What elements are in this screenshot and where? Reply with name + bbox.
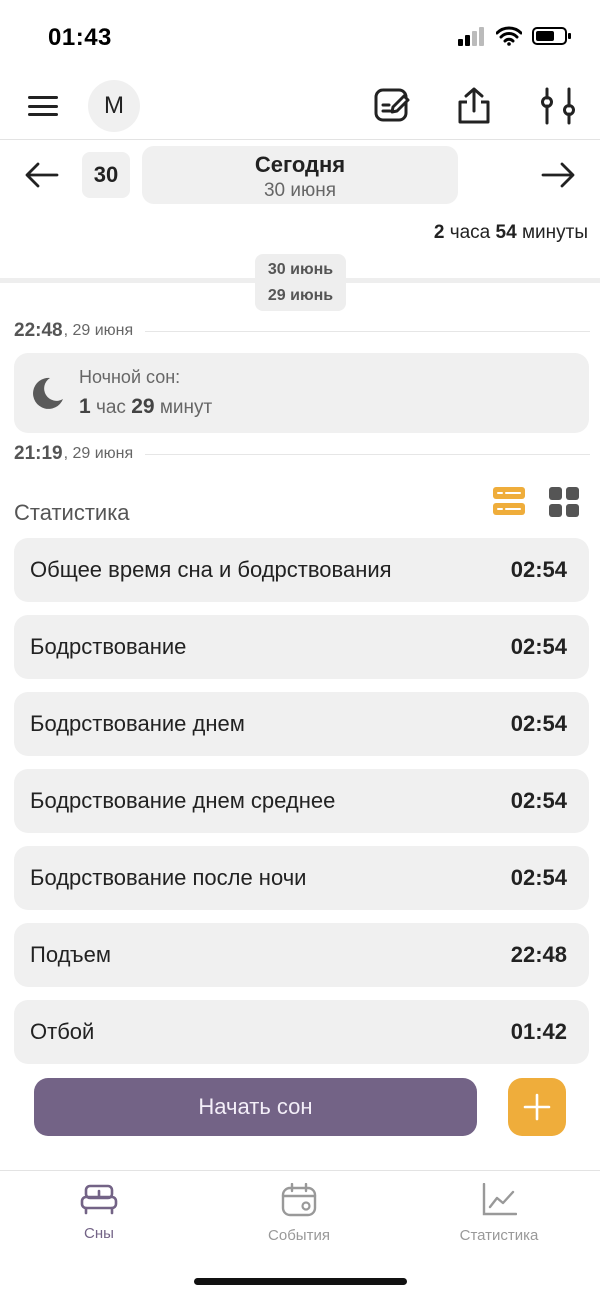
day-badge-bottom: 29 июнь [267,287,334,304]
stat-value: 22:48 [510,942,567,967]
home-indicator [194,1278,407,1285]
stat-row-awake-day[interactable]: Бодрствование днем 02:54 [14,692,589,756]
day-chip[interactable]: 30 [82,152,130,198]
edit-note-icon[interactable] [372,86,412,126]
sleep-minutes-unit: минут [159,397,213,418]
stat-row-total[interactable]: Общее время сна и бодрствования 02:54 [14,538,589,602]
stat-label: Бодрствование днем среднее [30,788,336,813]
status-time: 01:43 [48,24,112,51]
stat-row-awake-after-night[interactable]: Бодрствование после ночи 02:54 [14,846,589,910]
arrow-left-icon[interactable] [24,160,60,190]
timeline-end-date: , 29 июня [63,445,134,462]
sleep-hours: 1 [79,395,91,418]
stat-row-awake-day-avg[interactable]: Бодрствование днем среднее 02:54 [14,769,589,833]
calendar-icon [281,1183,317,1217]
plus-icon [523,1093,551,1121]
bed-icon [80,1184,118,1215]
sleep-duration: 1 час 29 минут [79,395,212,419]
grid-view-icon[interactable] [548,486,580,518]
battery-icon [532,27,571,45]
current-date-subtitle: 30 июня [263,180,337,201]
stat-value: 02:54 [510,865,567,890]
sleep-hours-unit: час [95,397,126,418]
stat-row-bedtime[interactable]: Отбой 01:42 [14,1000,589,1064]
moon-icon [33,377,63,409]
status-bar: 01:43 [0,0,600,76]
stat-label: Бодрствование [30,634,187,659]
day-change-badge: 30 июнь 29 июнь [255,254,346,311]
timeline-end-time: 21:19 [14,443,63,464]
line-chart-icon [482,1183,517,1216]
date-navigator: 30 Сегодня 30 июня [0,146,600,206]
total-hours: 2 [433,222,445,243]
timeline-line [145,330,590,332]
total-hours-unit: часа [449,222,491,243]
start-sleep-button[interactable]: Начать сон [34,1078,477,1136]
stat-value: 02:54 [510,557,567,582]
current-date-title: Сегодня [254,152,346,177]
sleep-minutes: 29 [131,395,155,418]
arrow-right-icon[interactable] [540,160,576,190]
timeline-start-row: 22:48 , 29 июня [14,319,590,343]
stat-value: 02:54 [510,711,567,736]
stat-label: Отбой [30,1019,95,1044]
timeline-line [145,453,590,455]
tab-sleeps[interactable]: Сны [29,1181,169,1251]
start-sleep-label: Начать сон [198,1094,313,1119]
menu-icon[interactable] [28,94,58,118]
stat-value: 02:54 [510,788,567,813]
timeline-start-date: , 29 июня [63,322,134,339]
wifi-icon [496,26,522,46]
avatar-letter: M [104,92,124,119]
list-view-icon[interactable] [492,486,526,516]
share-icon[interactable] [454,86,494,126]
timeline-start-time: 22:48 [14,320,63,341]
stat-value: 01:42 [510,1019,567,1044]
add-event-button[interactable] [508,1078,566,1136]
sleep-type-label: Ночной сон: [79,367,181,387]
total-minutes-unit: минуты [521,222,588,243]
stat-label: Бодрствование днем [30,711,245,736]
total-duration: 2 часа 54 минуты [434,222,588,244]
current-date-button[interactable]: Сегодня 30 июня [142,146,458,204]
stats-title: Статистика [14,500,130,525]
tab-events-label: События [268,1227,330,1244]
stat-label: Подъем [30,942,112,967]
app-header: M [0,78,600,140]
tab-statistics-label: Статистика [459,1227,539,1244]
tab-sleeps-label: Сны [84,1225,114,1242]
stat-row-awake[interactable]: Бодрствование 02:54 [14,615,589,679]
day-badge-top: 30 июнь [267,261,334,278]
tab-statistics[interactable]: Статистика [429,1181,569,1251]
timeline-end-row: 21:19 , 29 июня [14,442,590,466]
total-minutes: 54 [495,222,517,243]
avatar[interactable]: M [88,80,140,132]
tab-events[interactable]: События [229,1181,369,1251]
stat-row-wake-up[interactable]: Подъем 22:48 [14,923,589,987]
stat-label: Бодрствование после ночи [30,865,307,890]
status-icons [458,26,572,46]
day-chip-label: 30 [93,162,119,187]
sliders-icon[interactable] [538,86,578,126]
sleep-entry-card[interactable]: Ночной сон: 1 час 29 минут [14,353,589,433]
stat-label: Общее время сна и бодрствования [30,557,392,582]
cellular-signal-icon [458,27,484,46]
stat-value: 02:54 [510,634,567,659]
